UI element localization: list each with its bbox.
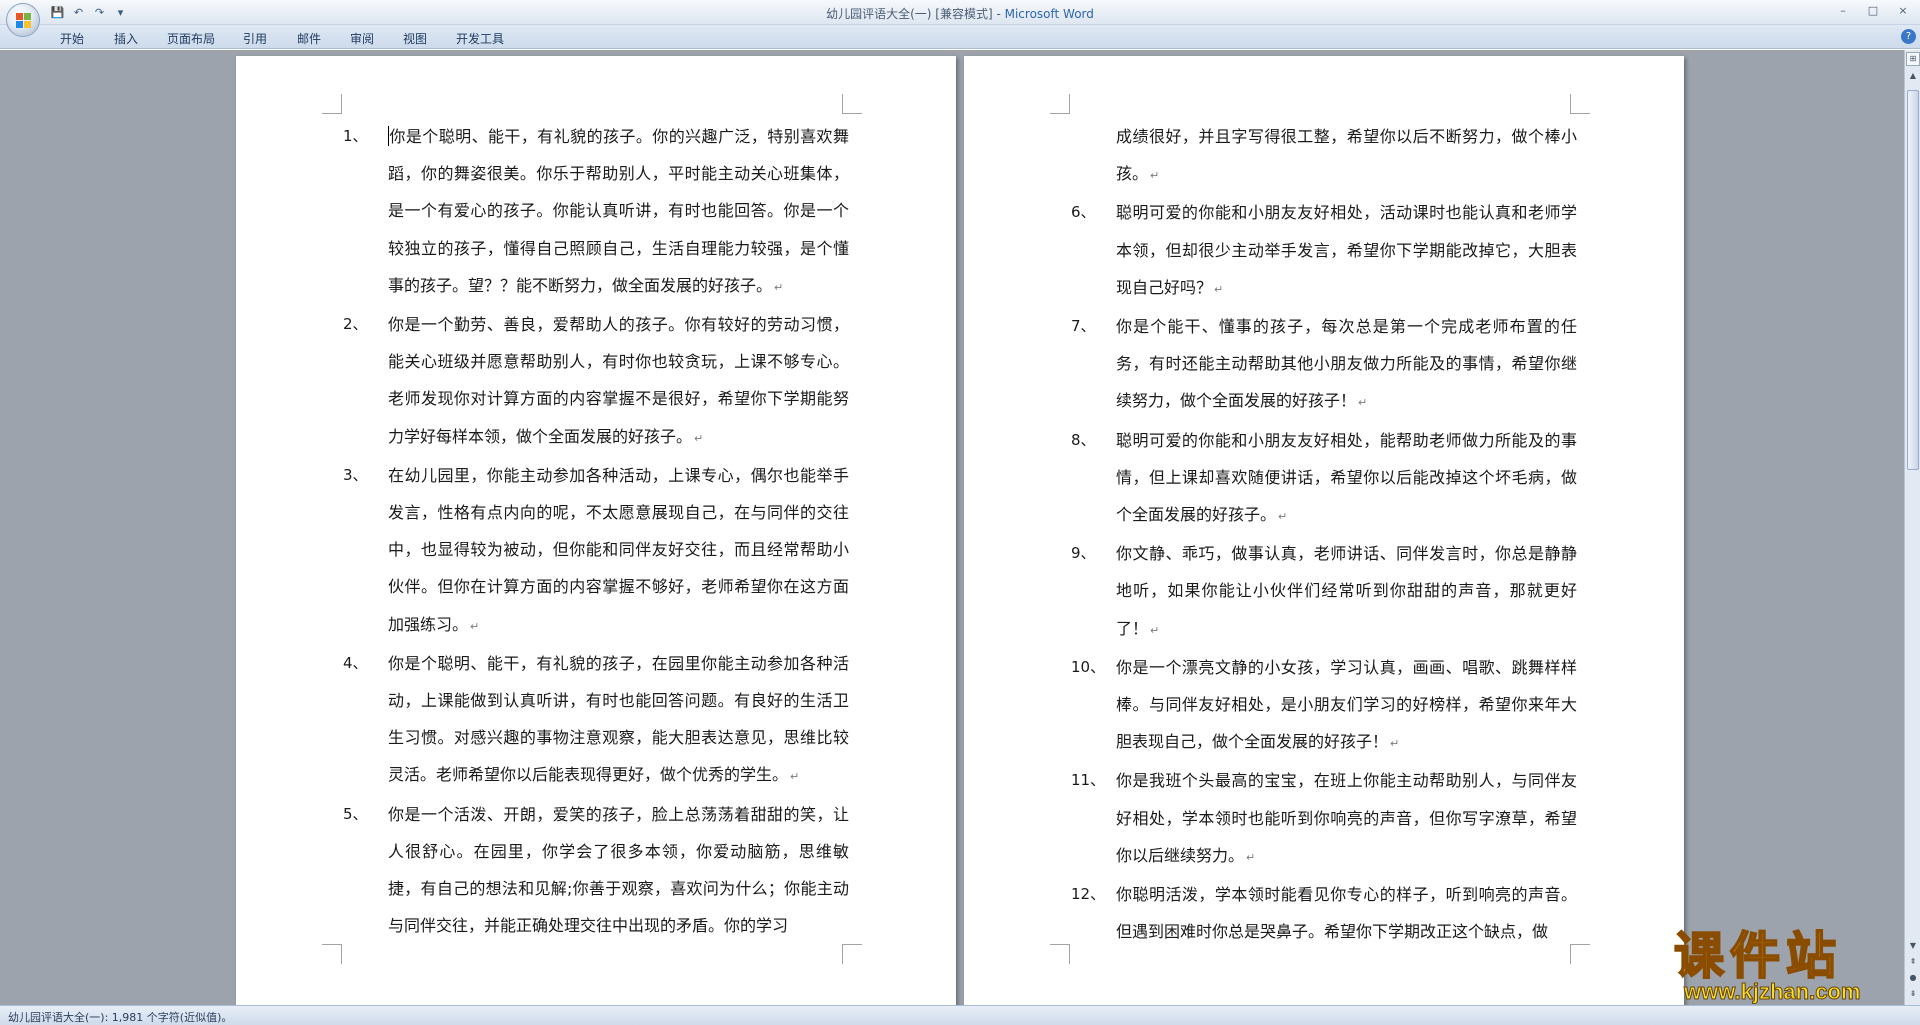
item-text: 你是个聪明、能干，有礼貌的孩子。你的兴趣广泛，特别喜欢舞蹈，你的舞姿很美。你乐于…	[388, 127, 849, 295]
ruler-toggle-icon[interactable]: ⊞	[1906, 52, 1920, 66]
item-number: 4、	[343, 653, 368, 672]
list-item: 12、 你聪明活泼，学本领时能看见你专心的样子，听到响亮的声音。但遇到困难时你总是…	[1071, 876, 1577, 950]
list-item: 2、 你是一个勤劳、善良，爱帮助人的孩子。你有较好的劳动习惯，能关心班级并愿意帮助…	[343, 306, 849, 457]
paragraph-mark-icon: ↵	[694, 431, 704, 445]
tab-insert[interactable]: 插入	[114, 30, 138, 47]
list-item: 10、 你是一个漂亮文静的小女孩，学习认真，画画、唱歌、跳舞样样棒。与同伴友好相处…	[1071, 649, 1577, 763]
item-number: 8、	[1071, 430, 1096, 449]
margin-corner-mark	[322, 94, 342, 114]
select-browse-object-icon[interactable]: ●	[1907, 972, 1919, 984]
document-title: 幼儿园评语大全(一) [兼容模式] -	[826, 7, 1005, 21]
margin-corner-mark	[1050, 94, 1070, 114]
paragraph-mark-icon: ↵	[790, 770, 800, 784]
ribbon-tab-bar: 开始 插入 页面布局 引用 邮件 审阅 视图 开发工具 ?	[0, 25, 1920, 49]
list-item: 3、 在幼儿园里，你能主动参加各种活动，上课专心，偶尔也能举手发言，性格有点内向的…	[343, 457, 849, 645]
list-item: 9、 你文静、乖巧，做事认真，老师讲话、同伴发言时，你总是静静地听，如果你能让小伙…	[1071, 535, 1577, 649]
paragraph-mark-icon: ↵	[1214, 282, 1224, 296]
title-bar: 💾 ↶ ↷ ▾ 幼儿园评语大全(一) [兼容模式] - Microsoft Wo…	[0, 0, 1920, 25]
margin-corner-mark	[1050, 944, 1070, 964]
document-page[interactable]: 成绩很好，并且字写得很工整，希望你以后不断努力，做个棒小孩。 ↵ 6、 聪明可爱的你…	[964, 56, 1684, 1021]
document-workspace: 1、 你是个聪明、能干，有礼貌的孩子。你的兴趣广泛，特别喜欢舞蹈，你的舞姿很美。你…	[0, 50, 1904, 1021]
item-number: 7、	[1071, 317, 1096, 336]
list-item: 1、 你是个聪明、能干，有礼貌的孩子。你的兴趣广泛，特别喜欢舞蹈，你的舞姿很美。你…	[343, 118, 849, 306]
margin-corner-mark	[322, 944, 342, 964]
watermark-logo: 课件站 www.kjzhan.com	[1668, 927, 1900, 1004]
item-number: 3、	[343, 465, 368, 484]
item-number: 9、	[1071, 544, 1096, 563]
office-logo-icon	[16, 13, 31, 28]
vertical-scrollbar[interactable]: ⊞ ▲ ▼ ⇞ ● ⇟	[1904, 50, 1920, 1005]
page-body[interactable]: 成绩很好，并且字写得很工整，希望你以后不断努力，做个棒小孩。 ↵ 6、 聪明可爱的你…	[1071, 118, 1577, 950]
item-text: 你是个能干、懂事的孩子，每次总是第一个完成老师布置的任务，有时还能主动帮助其他小…	[1116, 317, 1577, 411]
page-body[interactable]: 1、 你是个聪明、能干，有礼貌的孩子。你的兴趣广泛，特别喜欢舞蹈，你的舞姿很美。你…	[343, 118, 849, 944]
scroll-down-icon[interactable]: ▼	[1907, 940, 1919, 952]
help-icon[interactable]: ?	[1901, 29, 1916, 44]
paragraph-mark-icon: ↵	[1150, 623, 1160, 637]
paragraph-mark-icon: ↵	[1150, 169, 1160, 183]
item-text: 你是我班个头最高的宝宝，在班上你能主动帮助别人，与同伴友好相处，学本领时也能听到…	[1116, 771, 1577, 865]
office-button[interactable]	[6, 3, 40, 37]
margin-corner-mark	[842, 94, 862, 114]
window-title: 幼儿园评语大全(一) [兼容模式] - Microsoft Word	[0, 5, 1920, 22]
list-item: 5、 你是一个活泼、开朗，爱笑的孩子，脸上总荡荡着甜甜的笑，让人很舒心。在园里，你…	[343, 796, 849, 945]
status-text: 幼儿园评语大全(一): 1,981 个字符(近似值)。	[8, 1011, 233, 1024]
tab-developer[interactable]: 开发工具	[456, 30, 504, 47]
item-text: 你文静、乖巧，做事认真，老师讲话、同伴发言时，你总是静静地听，如果你能让小伙伴们…	[1116, 544, 1577, 638]
item-text: 你是一个勤劳、善良，爱帮助人的孩子。你有较好的劳动习惯，能关心班级并愿意帮助别人…	[388, 315, 849, 446]
scroll-thumb[interactable]	[1907, 90, 1919, 470]
previous-page-icon[interactable]: ⇞	[1907, 956, 1919, 968]
document-page[interactable]: 1、 你是个聪明、能干，有礼貌的孩子。你的兴趣广泛，特别喜欢舞蹈，你的舞姿很美。你…	[236, 56, 956, 1021]
tab-review[interactable]: 审阅	[350, 30, 374, 47]
minimize-button[interactable]: –	[1830, 2, 1856, 19]
item-text: 成绩很好，并且字写得很工整，希望你以后不断努力，做个棒小孩。	[1116, 127, 1577, 184]
item-number: 5、	[343, 804, 368, 823]
status-bar: 幼儿园评语大全(一): 1,981 个字符(近似值)。	[0, 1005, 1920, 1025]
next-page-icon[interactable]: ⇟	[1907, 988, 1919, 1000]
paragraph-mark-icon: ↵	[774, 280, 784, 294]
item-text: 你是一个漂亮文静的小女孩，学习认真，画画、唱歌、跳舞样样棒。与同伴友好相处，是小…	[1116, 657, 1577, 752]
paragraph-mark-icon: ↵	[1358, 396, 1368, 410]
list-item: 8、 聪明可爱的你能和小朋友友好相处，能帮助老师做力所能及的事情，但上课却喜欢随便…	[1071, 422, 1577, 536]
item-number: 6、	[1071, 203, 1096, 222]
item-number: 11、	[1071, 771, 1106, 790]
paragraph-mark-icon: ↵	[470, 619, 480, 633]
item-text: 你是一个活泼、开朗，爱笑的孩子，脸上总荡荡着甜甜的笑，让人很舒心。在园里，你学会…	[388, 804, 849, 936]
item-text: 聪明可爱的你能和小朋友友好相处，能帮助老师做力所能及的事情，但上课却喜欢随便讲话…	[1116, 430, 1577, 525]
item-number: 1、	[343, 127, 368, 145]
close-button[interactable]: ×	[1890, 2, 1916, 19]
maximize-button[interactable]: □	[1860, 2, 1886, 19]
margin-corner-mark	[1570, 94, 1590, 114]
item-text: 你是个聪明、能干，有礼貌的孩子，在园里你能主动参加各种活动，上课能做到认真听讲，…	[388, 653, 849, 785]
list-item: 11、 你是我班个头最高的宝宝，在班上你能主动帮助别人，与同伴友好相处，学本领时也…	[1071, 762, 1577, 876]
tab-view[interactable]: 视图	[403, 30, 427, 47]
item-number: 2、	[343, 315, 368, 334]
app-name: Microsoft Word	[1004, 7, 1094, 21]
item-number: 12、	[1071, 885, 1106, 904]
tab-home[interactable]: 开始	[60, 30, 84, 47]
item-text: 你聪明活泼，学本领时能看见你专心的样子，听到响亮的声音。但遇到困难时你总是哭鼻子…	[1116, 885, 1577, 942]
scroll-up-icon[interactable]: ▲	[1907, 70, 1919, 82]
paragraph-mark-icon: ↵	[1390, 737, 1400, 751]
watermark-title: 课件站	[1673, 927, 1842, 985]
tab-page-layout[interactable]: 页面布局	[167, 30, 215, 47]
tab-mailings[interactable]: 邮件	[297, 30, 321, 47]
item-text: 聪明可爱的你能和小朋友友好相处，活动课时也能认真和老师学本领，但却很少主动举手发…	[1116, 203, 1577, 297]
list-item: 4、 你是个聪明、能干，有礼貌的孩子，在园里你能主动参加各种活动，上课能做到认真听…	[343, 645, 849, 796]
item-text: 在幼儿园里，你能主动参加各种活动，上课专心，偶尔也能举手发言，性格有点内向的呢，…	[388, 465, 849, 634]
list-item: 6、 聪明可爱的你能和小朋友友好相处，活动课时也能认真和老师学本领，但却很少主动举…	[1071, 194, 1577, 308]
margin-corner-mark	[842, 944, 862, 964]
paragraph-mark-icon: ↵	[1278, 510, 1288, 524]
paragraph-mark-icon: ↵	[1246, 850, 1256, 864]
list-item: 7、 你是个能干、懂事的孩子，每次总是第一个完成老师布置的任务，有时还能主动帮助其…	[1071, 308, 1577, 422]
watermark-url: www.kjzhan.com	[1683, 979, 1861, 1004]
tab-references[interactable]: 引用	[243, 30, 267, 47]
list-item-continued: 成绩很好，并且字写得很工整，希望你以后不断努力，做个棒小孩。 ↵	[1071, 118, 1577, 194]
window-controls: – □ ×	[1830, 2, 1916, 19]
item-number: 10、	[1071, 657, 1106, 676]
